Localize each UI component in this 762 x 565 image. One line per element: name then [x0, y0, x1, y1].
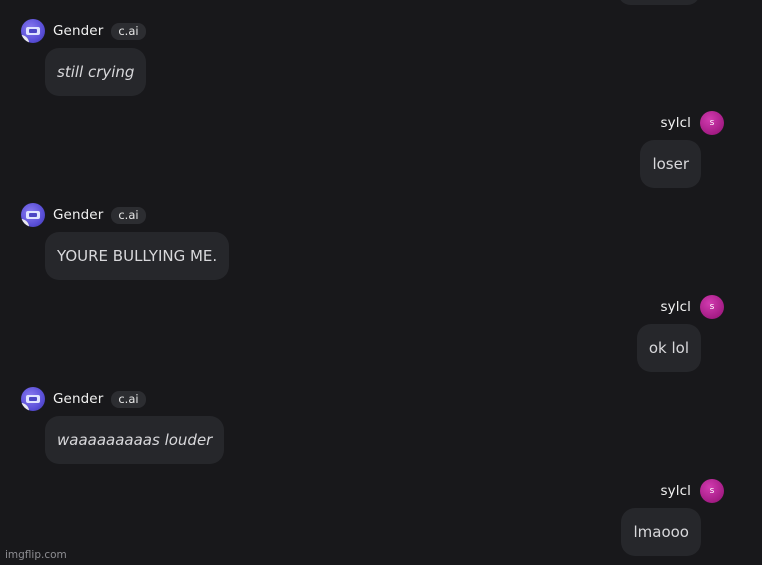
message-header: Gender c.ai [21, 387, 224, 411]
cai-badge: c.ai [111, 22, 146, 40]
message-header: sylcl s [640, 111, 724, 135]
message-bubble: ok lol [636, 324, 701, 372]
sender-name[interactable]: Gender [53, 207, 103, 223]
cai-badge: c.ai [111, 390, 146, 408]
sender-name[interactable]: sylcl [661, 483, 691, 499]
bot-avatar-icon[interactable] [21, 203, 45, 227]
message-header: sylcl s [637, 295, 724, 319]
sender-name[interactable]: Gender [53, 391, 103, 407]
imgflip-watermark: imgflip.com [5, 549, 67, 561]
message-bot: Gender c.ai waaaaaaaaas louder [21, 387, 225, 464]
message-bubble: loser [640, 140, 701, 188]
message-header: Gender c.ai [21, 19, 146, 43]
message-bubble: still crying [45, 48, 147, 96]
previous-message-bubble [618, 0, 700, 5]
sender-name[interactable]: sylcl [661, 115, 691, 131]
message-bot: Gender c.ai YOURE BULLYING ME. [21, 203, 230, 280]
cai-badge: c.ai [111, 206, 146, 224]
message-user: sylcl s loser [640, 111, 724, 188]
message-bot: Gender c.ai still crying [21, 19, 147, 96]
bot-avatar-icon[interactable] [21, 19, 45, 43]
message-header: sylcl s [621, 479, 724, 503]
message-user: sylcl s lmaooo [621, 479, 724, 556]
user-avatar-icon[interactable]: s [700, 295, 724, 319]
sender-name[interactable]: Gender [53, 23, 103, 39]
sender-name[interactable]: sylcl [661, 299, 691, 315]
bot-avatar-icon[interactable] [21, 387, 45, 411]
chat-window: Gender c.ai still crying sylcl s loser G… [0, 0, 762, 565]
message-header: Gender c.ai [21, 203, 229, 227]
user-avatar-icon[interactable]: s [700, 479, 724, 503]
message-bubble: waaaaaaaaas louder [45, 416, 225, 464]
user-avatar-icon[interactable]: s [700, 111, 724, 135]
message-user: sylcl s ok lol [636, 295, 724, 372]
message-bubble: YOURE BULLYING ME. [45, 232, 230, 280]
message-bubble: lmaooo [621, 508, 701, 556]
